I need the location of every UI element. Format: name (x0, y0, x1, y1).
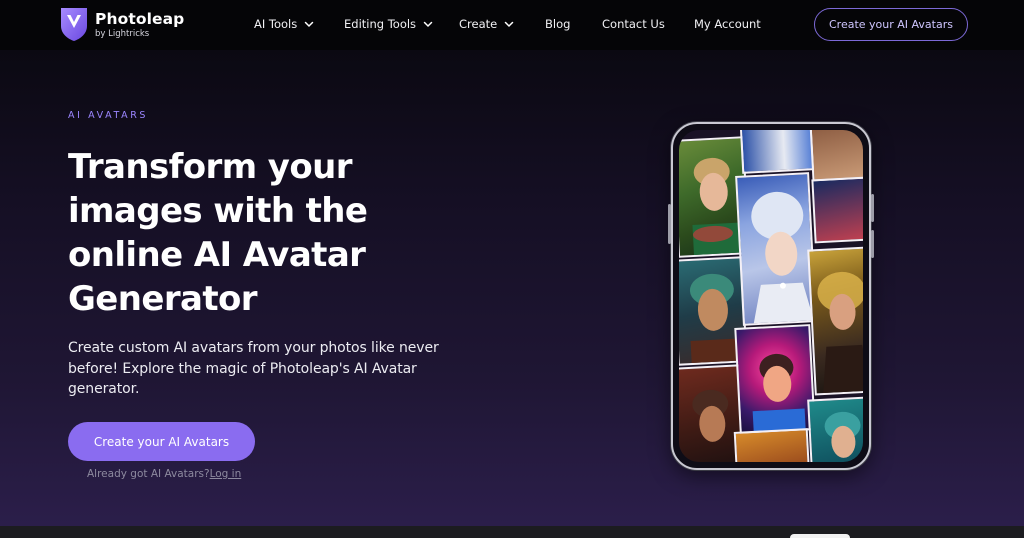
nav-item-editing-tools[interactable]: Editing Tools (344, 17, 433, 31)
nav-item-create[interactable]: Create (459, 17, 514, 31)
page: Photoleap by Lightricks AI Tools Editing… (0, 0, 1024, 538)
top-nav: Photoleap by Lightricks AI Tools Editing… (0, 0, 1024, 50)
description-line: before! Explore the magic of Photoleap's… (68, 360, 417, 377)
phone-side-button (668, 204, 671, 244)
avatar-image (739, 130, 815, 174)
nav-item-blog[interactable]: Blog (545, 17, 570, 31)
avatar-collage (679, 130, 863, 462)
headline-line: Generator (68, 279, 258, 319)
hero-description: Create custom AI avatars from your photo… (68, 338, 488, 400)
nav-item-label: My Account (694, 17, 761, 31)
hero-create-avatars-button[interactable]: Create your AI Avatars (68, 422, 255, 461)
phone-side-button (871, 230, 874, 258)
avatar-image (809, 130, 863, 182)
nav-item-my-account[interactable]: My Account (694, 17, 761, 31)
avatar-image (734, 324, 816, 434)
description-line: generator. (68, 381, 140, 397)
nav-item-contact-us[interactable]: Contact Us (602, 17, 665, 31)
phone-side-button (871, 194, 874, 222)
nav-item-label: Editing Tools (344, 17, 417, 31)
bottom-bar (0, 526, 1024, 538)
nav-item-label: Contact Us (602, 17, 665, 31)
nav-item-label: Create (459, 17, 498, 31)
avatar-image (807, 396, 863, 462)
nav-item-ai-tools[interactable]: AI Tools (254, 17, 314, 31)
chevron-down-icon (305, 21, 314, 28)
login-link[interactable]: Log in (210, 468, 242, 480)
nav-item-label: AI Tools (254, 17, 298, 31)
headline-line: images with the (68, 191, 368, 231)
avatar-image (807, 246, 863, 396)
chevron-down-icon (423, 21, 433, 28)
headline-line: Transform your (68, 147, 352, 187)
avatar-image (733, 428, 811, 462)
login-prompt-text: Already got AI Avatars? (87, 468, 210, 480)
avatar-image (735, 172, 817, 326)
avatar-image (811, 176, 863, 244)
nav-item-label: Blog (545, 17, 571, 31)
description-line: Create custom AI avatars from your photo… (68, 340, 439, 356)
phone-mockup (668, 122, 874, 470)
nav-create-avatars-button[interactable]: Create your AI Avatars (814, 8, 968, 41)
hero-headline: Transform your images with the online AI… (68, 145, 508, 321)
bottom-pill (790, 534, 850, 538)
headline-line: online AI Avatar (68, 235, 366, 275)
login-prompt: Already got AI Avatars?Log in (87, 468, 241, 480)
hero-eyebrow: AI AVATARS (68, 110, 149, 121)
chevron-down-icon (504, 21, 514, 28)
